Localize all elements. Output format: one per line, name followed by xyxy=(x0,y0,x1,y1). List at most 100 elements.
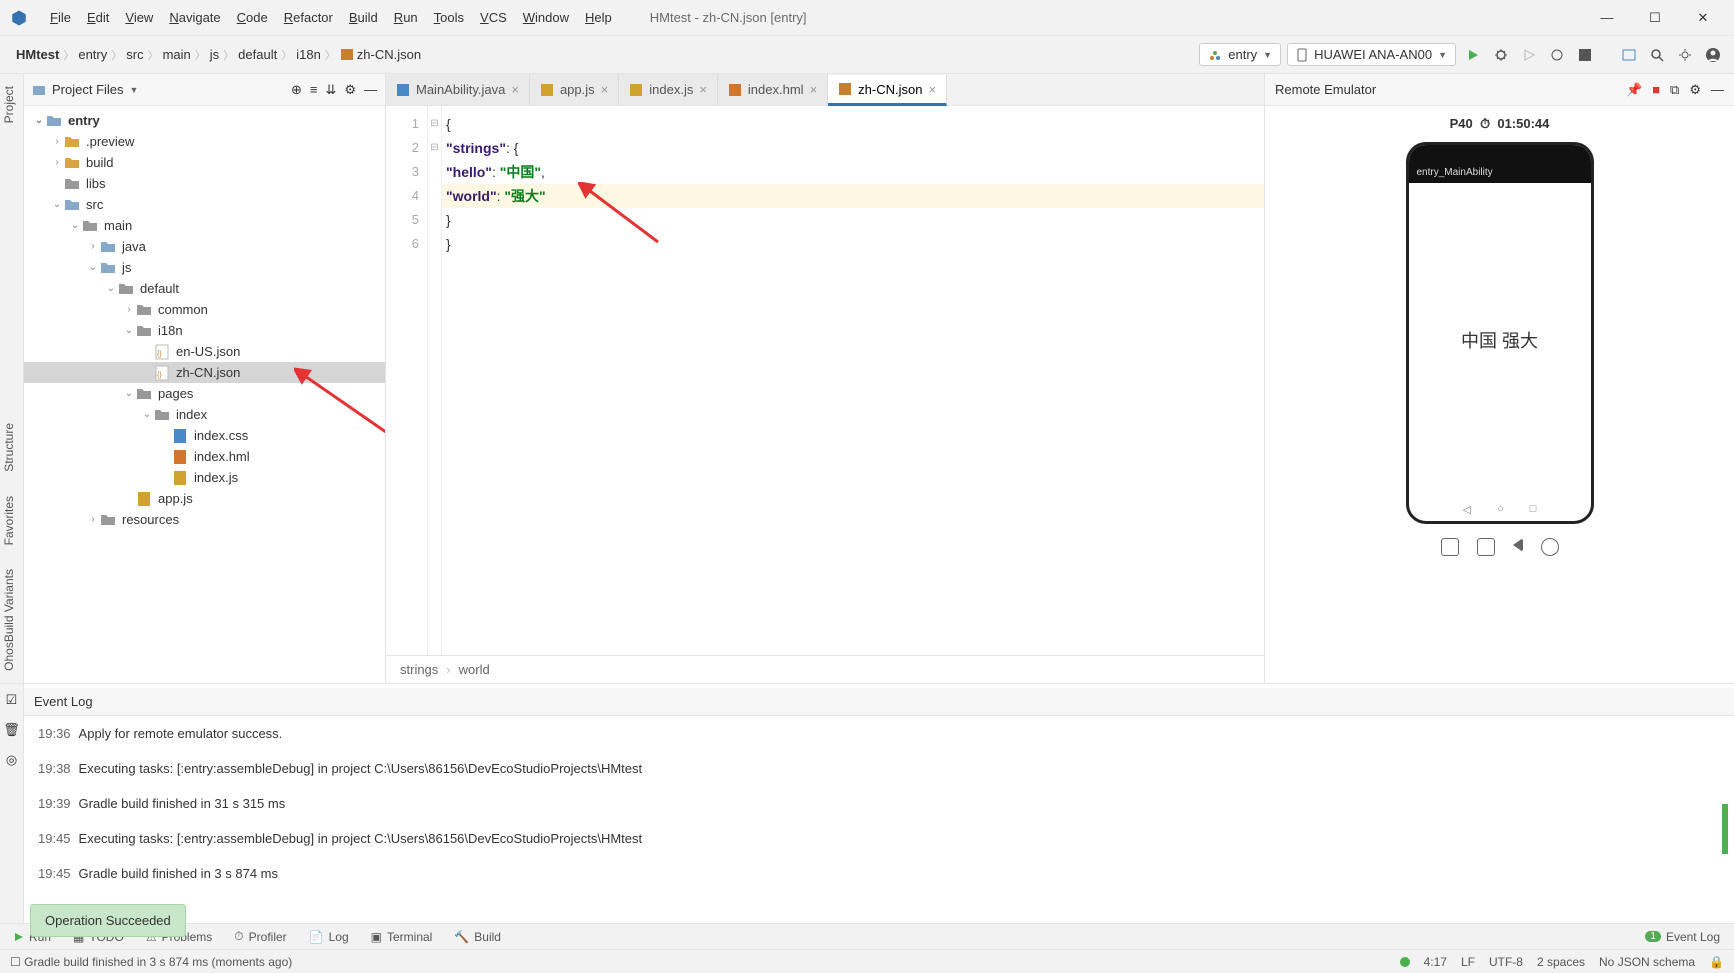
tree-node[interactable]: ›build xyxy=(24,152,385,173)
menu-build[interactable]: Build xyxy=(341,6,386,29)
tree-node[interactable]: app.js xyxy=(24,488,385,509)
tree-node[interactable]: ⌄js xyxy=(24,257,385,278)
tree-node[interactable]: {}zh-CN.json xyxy=(24,362,385,383)
hide-icon[interactable]: — xyxy=(364,82,377,98)
tree-node[interactable]: ›resources xyxy=(24,509,385,530)
breadcrumb-item[interactable]: default xyxy=(238,47,277,62)
lock-icon[interactable]: 🔒 xyxy=(1709,955,1724,969)
menu-file[interactable]: File xyxy=(42,6,79,29)
close-icon[interactable]: ✕ xyxy=(1688,10,1718,26)
code-editor[interactable]: 123456 ⊟⊟ { "strings": { "hello": "中国", … xyxy=(386,106,1264,655)
breadcrumbs[interactable]: HMtest〉entry〉src〉main〉js〉default〉i18n〉zh… xyxy=(10,47,421,63)
tree-node[interactable]: ›.preview xyxy=(24,131,385,152)
event-row[interactable]: 19:45Gradle build finished in 3 s 874 ms xyxy=(24,856,1734,891)
cursor-position[interactable]: 4:17 xyxy=(1424,955,1447,969)
tool-event-log[interactable]: 1 Event Log xyxy=(1645,930,1720,944)
window-icon[interactable]: ⧉ xyxy=(1670,82,1679,98)
profile-avatar-icon[interactable] xyxy=(1702,44,1724,66)
event-row[interactable]: 19:38Executing tasks: [:entry:assembleDe… xyxy=(24,751,1734,786)
menu-vcs[interactable]: VCS xyxy=(472,6,515,29)
maximize-icon[interactable]: ☐ xyxy=(1640,10,1670,26)
tree-node[interactable]: ⌄main xyxy=(24,215,385,236)
stop-icon[interactable]: ■ xyxy=(1652,82,1660,98)
project-tree[interactable]: ⌄entry›.preview›buildlibs⌄src⌄main›java⌄… xyxy=(24,106,385,683)
breadcrumb-item[interactable]: js xyxy=(210,47,219,62)
settings-icon[interactable] xyxy=(1674,44,1696,66)
editor-tab[interactable]: index.js× xyxy=(619,74,718,105)
close-tab-icon[interactable]: × xyxy=(511,82,519,97)
indent-info[interactable]: 2 spaces xyxy=(1537,955,1585,969)
tree-node[interactable]: ⌄pages xyxy=(24,383,385,404)
phone-screen[interactable]: 中国 强大 xyxy=(1409,183,1591,497)
close-tab-icon[interactable]: × xyxy=(699,82,707,97)
check-icon[interactable]: ☑ xyxy=(6,692,18,708)
home-icon[interactable] xyxy=(1541,538,1559,556)
scrollbar-indicator[interactable] xyxy=(1722,804,1728,854)
event-row[interactable]: 19:39Gradle build finished in 31 s 315 m… xyxy=(24,786,1734,821)
project-structure-icon[interactable] xyxy=(1618,44,1640,66)
phone-navbar[interactable]: ◁○□ xyxy=(1409,497,1591,521)
menu-refactor[interactable]: Refactor xyxy=(276,6,341,29)
trash-icon[interactable]: 🗑 xyxy=(3,722,20,738)
event-row[interactable]: 19:45Executing tasks: [:entry:assembleDe… xyxy=(24,821,1734,856)
minimize-icon[interactable]: — xyxy=(1592,10,1622,26)
tree-node[interactable]: index.css xyxy=(24,425,385,446)
hide-icon[interactable]: — xyxy=(1711,82,1724,98)
tool-profiler[interactable]: ⏱ Profiler xyxy=(234,929,286,944)
tree-node[interactable]: ⌄index xyxy=(24,404,385,425)
search-icon[interactable] xyxy=(1646,44,1668,66)
breadcrumb-item[interactable]: entry xyxy=(78,47,107,62)
leftrail-tab-variants[interactable]: OhosBuild Variants xyxy=(0,557,23,683)
project-pane-header[interactable]: Project Files ▼ ⊕ ≡ ⇊ ⚙ — xyxy=(24,74,385,106)
editor-breadcrumb[interactable]: strings › world xyxy=(386,655,1264,683)
breadcrumb-item[interactable]: src xyxy=(126,47,143,62)
menu-tools[interactable]: Tools xyxy=(426,6,472,29)
breadcrumb-item[interactable]: HMtest xyxy=(16,47,59,62)
stop-button[interactable] xyxy=(1574,44,1596,66)
gear-icon[interactable]: ⚙ xyxy=(344,82,356,98)
tree-node[interactable]: ⌄src xyxy=(24,194,385,215)
screenshot-icon[interactable] xyxy=(1441,538,1459,556)
coverage-button[interactable] xyxy=(1518,44,1540,66)
locate-icon[interactable]: ⊕ xyxy=(291,82,302,98)
tree-node[interactable]: libs xyxy=(24,173,385,194)
pin-icon[interactable]: 📌 xyxy=(1626,82,1642,98)
encoding[interactable]: UTF-8 xyxy=(1489,955,1523,969)
device-selector[interactable]: HUAWEI ANA-AN00▼ xyxy=(1287,43,1456,66)
leftrail-tab-favorites[interactable]: Favorites xyxy=(0,484,23,557)
tool-build[interactable]: 🔨 Build xyxy=(454,930,501,944)
breadcrumb-item[interactable]: zh-CN.json xyxy=(340,47,421,62)
expand-icon[interactable]: ≡ xyxy=(310,82,318,98)
tool-log[interactable]: 📄 Log xyxy=(309,930,349,944)
leftrail-tab-structure[interactable]: Structure xyxy=(0,411,23,484)
close-tab-icon[interactable]: × xyxy=(810,82,818,97)
tool-terminal[interactable]: ▣ Terminal xyxy=(371,930,433,944)
event-row[interactable]: 19:36Apply for remote emulator success. xyxy=(24,716,1734,751)
target-icon[interactable]: ◎ xyxy=(6,752,17,768)
tree-node[interactable]: ›common xyxy=(24,299,385,320)
tree-node[interactable]: ›java xyxy=(24,236,385,257)
line-ending[interactable]: LF xyxy=(1461,955,1475,969)
tree-node[interactable]: ⌄i18n xyxy=(24,320,385,341)
schema-info[interactable]: No JSON schema xyxy=(1599,955,1695,969)
tree-node[interactable]: index.js xyxy=(24,467,385,488)
profile-button[interactable] xyxy=(1546,44,1568,66)
run-button[interactable] xyxy=(1462,44,1484,66)
menu-code[interactable]: Code xyxy=(229,6,276,29)
editor-tab[interactable]: MainAbility.java× xyxy=(386,74,530,105)
collapse-icon[interactable]: ⇊ xyxy=(325,82,336,98)
editor-tab[interactable]: app.js× xyxy=(530,74,619,105)
editor-tab[interactable]: index.hml× xyxy=(718,74,828,105)
leftrail-tab-project[interactable]: Project xyxy=(0,74,23,135)
tree-node[interactable]: ⌄default xyxy=(24,278,385,299)
close-tab-icon[interactable]: × xyxy=(928,82,936,97)
tree-node[interactable]: ⌄entry xyxy=(24,110,385,131)
back-icon[interactable] xyxy=(1513,538,1523,552)
gear-icon[interactable]: ⚙ xyxy=(1689,82,1701,98)
menu-help[interactable]: Help xyxy=(577,6,620,29)
menu-edit[interactable]: Edit xyxy=(79,6,117,29)
code-content[interactable]: { "strings": { "hello": "中国", "world": "… xyxy=(442,106,1264,655)
tree-node[interactable]: index.hml xyxy=(24,446,385,467)
menu-window[interactable]: Window xyxy=(515,6,577,29)
breadcrumb-item[interactable]: i18n xyxy=(296,47,321,62)
